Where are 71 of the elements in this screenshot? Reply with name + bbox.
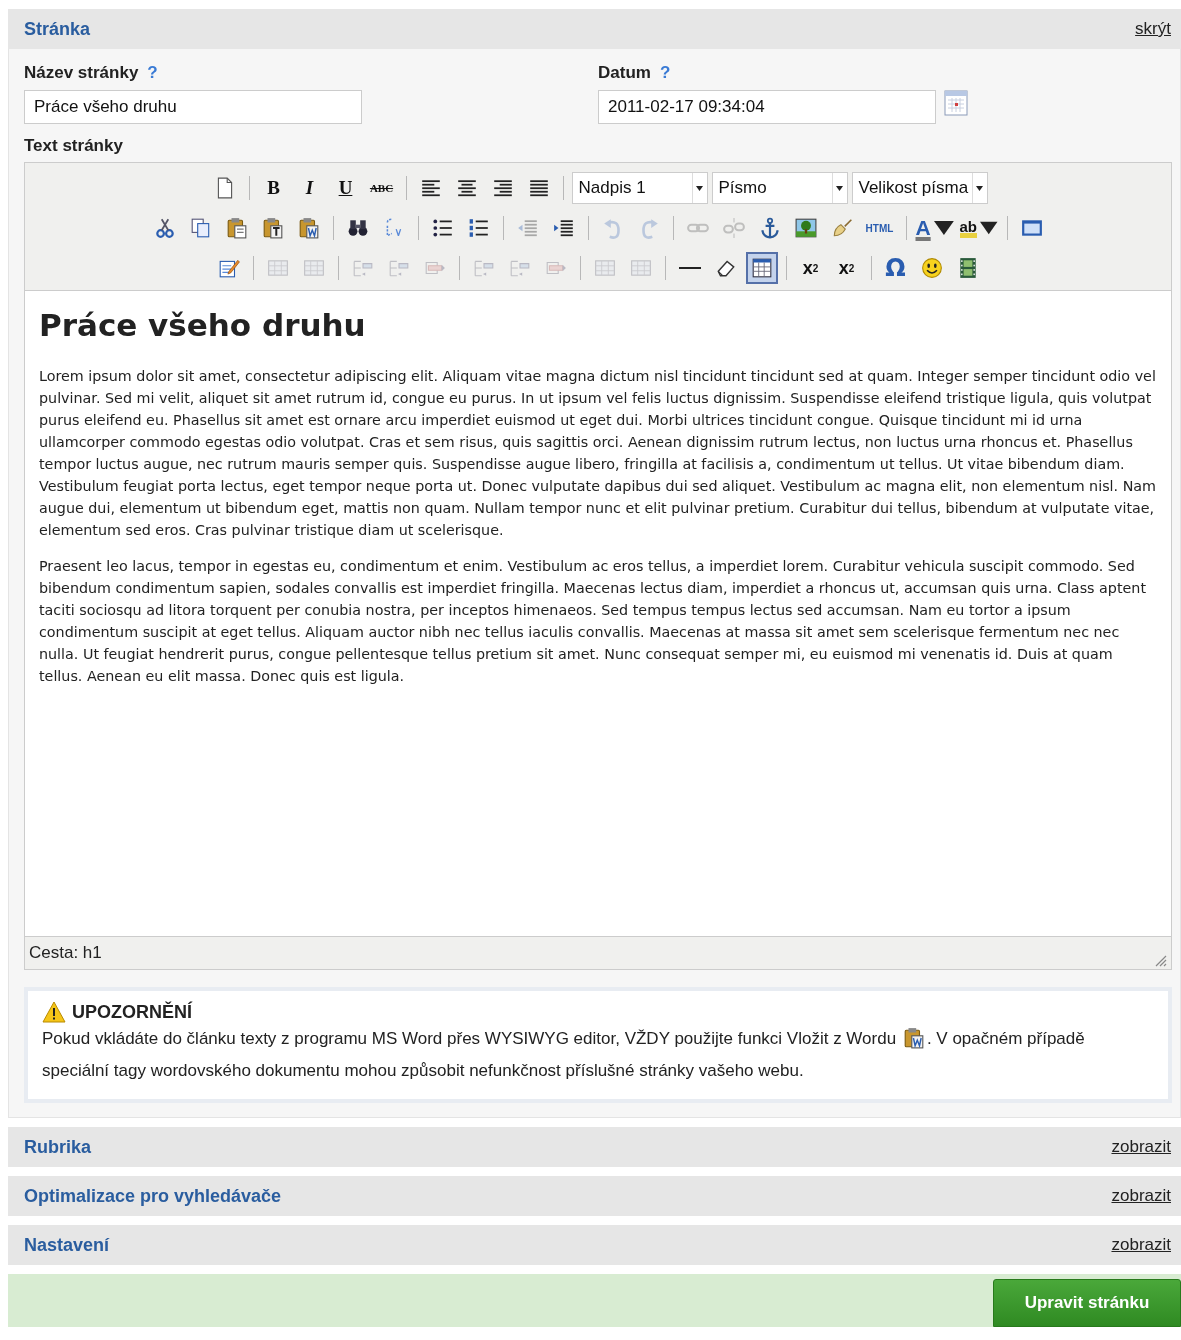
table-icon xyxy=(593,257,616,279)
element-path: Cesta: h1 xyxy=(29,943,102,963)
warning-icon xyxy=(42,1001,66,1023)
paragraph: Lorem ipsum dolor sit amet, consectetur adipiscing elit. Aliquam vitae magna dictum nisl tincidunt tincidunt sed at quam. Integer semper tincidunt odio vel pulvinar. Sed mi velit, aliquet sit amet rutrum id, congue eu purus. In ut ipsum vel felis luctus dignissim. Suspendisse eleifend tristique ligula, quis volutpat purus eleifend eu. Phasellus sit amet est ornare arcu imperdiet euismod ut eget dui. Morbi ultrices tincidunt congue. Quisque tincidunt mi id urna ullamcorper commodo egestas odio volutpat. Cras et sem risus, quis sagittis orci. Aenean dignissim rutrum lectus, non luctus urna rhoncus et. Phasellus tempor luctus augue, nec rutrum mauris semper quis. Suspendisse augue libero, fringilla at facilisis a, condimentum ut tellus. Ut vitae bibendum diam. Vestibulum feugiat porta lectus, eget tempor neque porta ut. Donec vulputate dapibus dui sed aliquet. Vestibulum ac magna elit, non elementum nisl. Nam augue dui, elementum ut bibendum eget, mattis non quam. Nullam tempor nunc et elit pulvinar pretium. Curabitur dui tellus, bibendum at vulputate vitae, elementum sed eros. Cras pulvinar tristique diam ut scelerisque. xyxy=(39,367,1157,540)
caret-icon xyxy=(836,185,843,191)
clipboard-word-icon xyxy=(902,1027,925,1049)
field-label: Datum xyxy=(598,63,651,83)
sup-button[interactable]: x$^{2}$ xyxy=(830,252,863,284)
help-link[interactable]: ? xyxy=(147,63,158,83)
underline-button[interactable]: U xyxy=(329,172,362,204)
image-icon xyxy=(794,217,817,239)
paragraph: Praesent leo lacus, tempor in egestas eu, condimentum et enim. Vestibulum ac eros tellus, a imperdiet lorem. Curabitur vehicula suscipit commodo. Sed bibendum condimentum sapien, sodales convallis est imperdiet fringilla. Maecenas lectus diam, imperdiet a rhoncus ut, accumsan quis urna. Class aptent taciti sociosqu ad litora torquent per conubia nostra, per inceptos himenaeos. Sed tempus tempus lectus sed accumsan. Nam eu tortor a ipsum condimentum suscipit at eget tellus. Aliquam auctor nibh nec tellus iaculis convallis. Maecenas at massa sit amet sem scelerisque fermentum nec nec nulla. Ut feugiat hendrerit purus, congue pellentesque tellus pretium sit amet. Nunc consequat semper mi, eu euismod mi venenatis id. Duis at quam tellus. Aenean eu elit massa. Donec quis est ligula. xyxy=(39,557,1147,686)
html-button[interactable]: HTML xyxy=(861,212,898,244)
align-center-icon xyxy=(455,177,478,199)
copy-icon xyxy=(189,217,212,239)
table-icon xyxy=(302,257,325,279)
section-title: Stránka xyxy=(24,18,91,40)
toggle-link[interactable]: zobrazit xyxy=(1111,1186,1171,1206)
bold-button[interactable]: B xyxy=(257,172,290,204)
submit-button[interactable]: Upravit stránku xyxy=(993,1279,1181,1327)
format-dropdown[interactable]: Nadpis 1 xyxy=(571,172,708,204)
align-justify-icon xyxy=(527,177,550,199)
indent-icon xyxy=(552,217,575,239)
warning-title: UPOZORNĚNÍ xyxy=(72,1001,192,1023)
italic-button[interactable]: I xyxy=(293,172,326,204)
toggle-link[interactable]: zobrazit xyxy=(1111,1137,1171,1157)
section-header[interactable]: Nastavení zobrazit xyxy=(8,1225,1181,1265)
resize-grip-icon[interactable] xyxy=(1153,953,1167,967)
toggle-link[interactable]: skrýt xyxy=(1135,19,1171,39)
caret-icon xyxy=(696,185,703,191)
bullet-list-icon xyxy=(431,217,454,239)
content-heading: Práce všeho druhu xyxy=(39,306,367,345)
numbered-list-icon xyxy=(467,217,490,239)
section-title: Nastavení xyxy=(24,1234,110,1256)
clipboard-word-icon xyxy=(297,217,320,239)
binoculars-icon xyxy=(346,217,369,239)
warning-text: Pokud vkládáte do článku texty z programu MS Word přes WYSIWYG editor, VŽDY použijte funkci Vložit z Wordu . V opačném případě speciální tagy wordovského dokumentu mohou způsobit nefunkčnost příslušné stránky vašeho webu. xyxy=(42,1026,1086,1082)
section-header[interactable]: Rubrika zobrazit xyxy=(8,1127,1181,1167)
section-header[interactable]: Optimalizace pro vyhledávače zobrazit xyxy=(8,1176,1181,1216)
clipboard-text-icon xyxy=(261,217,284,239)
smiley-icon xyxy=(920,257,943,279)
toggle-link[interactable]: zobrazit xyxy=(1111,1235,1171,1255)
format-dropdown[interactable]: Písmo xyxy=(711,172,848,204)
caret-icon xyxy=(976,185,984,191)
input-field[interactable]: 2011-02-17 09:34:04 xyxy=(598,90,936,124)
input-field[interactable]: Práce všeho druhu xyxy=(24,90,362,124)
charmap-button[interactable]: Ω xyxy=(879,252,912,284)
section-header[interactable]: Stránka skrýt xyxy=(8,9,1181,49)
section-title: Rubrika xyxy=(24,1136,92,1158)
field-label: Název stránky xyxy=(24,63,139,83)
edit-icon xyxy=(217,257,240,279)
section-title: Optimalizace pro vyhledávače xyxy=(24,1185,282,1207)
grid-icon xyxy=(750,257,773,279)
align-right-icon xyxy=(491,177,514,199)
scissors-icon xyxy=(153,217,176,239)
horizontal-line-icon xyxy=(678,267,701,269)
backcolor-button[interactable]: ab xyxy=(958,212,999,244)
anchor-icon xyxy=(758,217,781,239)
field-label: Text stránky xyxy=(24,136,124,156)
format-dropdown[interactable]: Velikost písma xyxy=(851,172,988,204)
visualaid-button[interactable] xyxy=(745,252,778,284)
forecolor-button[interactable]: A xyxy=(914,212,955,244)
table-icon xyxy=(629,257,652,279)
clipboard-icon xyxy=(225,217,248,239)
window-icon xyxy=(1020,217,1043,239)
strike-button[interactable]: ABC xyxy=(365,172,398,204)
broken-chain-icon xyxy=(722,217,745,239)
align-left-icon xyxy=(419,177,442,199)
help-link[interactable]: ? xyxy=(659,63,671,83)
outdent-icon xyxy=(516,217,539,239)
table-icon xyxy=(266,257,289,279)
